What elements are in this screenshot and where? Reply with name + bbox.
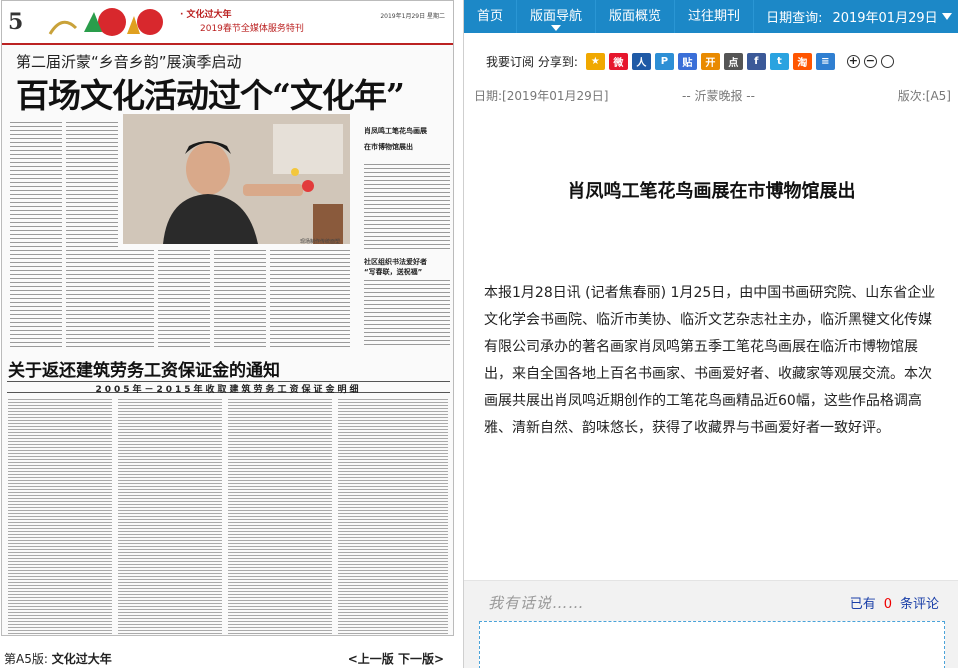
prev-edition-link[interactable]: <上一版 (348, 652, 394, 666)
chevron-down-icon[interactable] (941, 13, 952, 20)
comment-label: 我有话说…… (488, 594, 585, 612)
side-article-title[interactable]: 社区组织书法爱好者 (364, 257, 427, 267)
comment-count: 已有 0 条评论 (850, 593, 939, 612)
date-query-label: 日期查询: (766, 11, 823, 26)
table-column (338, 397, 448, 635)
comment-section: 我有话说…… 已有 0 条评论 (464, 580, 958, 668)
qzone-icon[interactable]: ★ (585, 52, 605, 70)
photo-caption: 现场制作传统面塑 (300, 239, 341, 245)
share-label: 我要订阅 分享到: (486, 54, 578, 69)
text-column (364, 161, 450, 251)
text-column (214, 247, 266, 347)
share-icons: ★ 微人 P 贴开点 f t 淘 ≡ (585, 52, 835, 70)
notice-table-title: 2005年－2015年收取建筑劳务工资保证金明细 (7, 381, 450, 395)
zoom-reset-icon[interactable] (880, 54, 894, 68)
article-paper-name: -- 沂蒙晚报 -- (682, 89, 755, 103)
dianping-icon[interactable]: 点 (723, 52, 743, 70)
edition-footer: 第A5版: 文化过大年 <上一版 下一版> (0, 648, 458, 668)
top-nav: 首页 版面导航 版面概览 过往期刊 日期查询: 2019年01月29日 (464, 0, 958, 33)
notice-headline[interactable]: 关于返还建筑劳务工资保证金的通知 (8, 356, 280, 381)
page-number: 5 (8, 9, 24, 35)
date-query: 日期查询: 2019年01月29日 (754, 7, 952, 26)
zoom-out-icon[interactable]: − (863, 54, 877, 68)
text-column (158, 247, 210, 347)
masthead-date: 2019年1月29日 星期二 (380, 13, 445, 20)
pengyou-icon[interactable]: P (654, 52, 674, 70)
date-select[interactable]: 2019年01月29日 (832, 7, 937, 26)
newspaper-page-panel: 5 · 文化过大年 2019春节全媒体服务特刊 2019年1月29日 星期二 第… (0, 0, 463, 668)
section-name: · 文化过大年 (180, 10, 232, 20)
comment-list-link[interactable]: 条评论 (900, 597, 939, 612)
more-icon[interactable]: ≡ (815, 52, 835, 70)
article-edition: 版次:[A5] (897, 89, 951, 103)
nav-home[interactable]: 首页 (464, 0, 518, 33)
twitter-icon[interactable]: t (769, 52, 789, 70)
edition-prefix: 第A5版: (4, 652, 48, 666)
edition-name: 文化过大年 (51, 652, 112, 666)
nav-page-overview[interactable]: 版面概览 (596, 0, 676, 33)
next-edition-link[interactable]: 下一版> (398, 652, 444, 666)
table-column (8, 397, 112, 635)
side-article-title[interactable]: 肖凤鸣工笔花鸟画展 (364, 126, 427, 136)
page-headline: 百场文化活动过个“文化年” (16, 76, 405, 115)
article-panel: 首页 版面导航 版面概览 过往期刊 日期查询: 2019年01月29日 我要订阅… (463, 0, 958, 668)
article-date: 日期:[2019年01月29日] (474, 89, 609, 103)
kaixin-icon[interactable]: 开 (700, 52, 720, 70)
text-column (270, 247, 350, 347)
man-crafting-photo-icon (123, 114, 350, 244)
table-column (228, 397, 332, 635)
edition-pager: <上一版 下一版> (348, 650, 444, 667)
comment-count-number: 0 (883, 597, 892, 612)
special-edition-label: 2019春节全媒体服务特刊 (200, 24, 304, 34)
article-body: 本报1月28日讯 (记者焦春丽) 1月25日，由中国书画研究院、山东省企业文化学… (484, 285, 936, 436)
festival-decoration-icon (48, 8, 163, 36)
share-bar: 我要订阅 分享到: ★ 微人 P 贴开点 f t 淘 ≡ + − (464, 48, 958, 74)
nav-past-issues[interactable]: 过往期刊 (675, 0, 755, 33)
text-column (102, 247, 154, 347)
newspaper-page-image[interactable]: 5 · 文化过大年 2019春节全媒体服务特刊 2019年1月29日 星期二 第… (1, 0, 454, 636)
side-article-title[interactable]: 在市博物馆展出 (364, 142, 413, 152)
comment-input[interactable] (479, 621, 945, 668)
text-column (364, 277, 450, 347)
side-article-title[interactable]: “写春联，送祝福” (364, 267, 422, 277)
table-column (118, 397, 222, 635)
facebook-icon[interactable]: f (746, 52, 766, 70)
current-edition: 第A5版: 文化过大年 (4, 650, 112, 667)
font-zoom-controls: + − (846, 54, 894, 68)
comment-count-prefix: 已有 (849, 597, 876, 612)
text-column (10, 119, 62, 347)
zoom-in-icon[interactable]: + (846, 54, 860, 68)
renren-icon[interactable]: 人 (631, 52, 651, 70)
page-masthead: 5 · 文化过大年 2019春节全媒体服务特刊 2019年1月29日 星期二 (2, 1, 453, 45)
weibo-icon[interactable]: 微 (608, 52, 628, 70)
tieba-icon[interactable]: 贴 (677, 52, 697, 70)
taobao-icon[interactable]: 淘 (792, 52, 812, 70)
article-title: 肖凤鸣工笔花鸟画展在市博物馆展出 (567, 181, 856, 202)
news-photo (123, 114, 350, 244)
nav-page-navigation[interactable]: 版面导航 (517, 0, 597, 33)
